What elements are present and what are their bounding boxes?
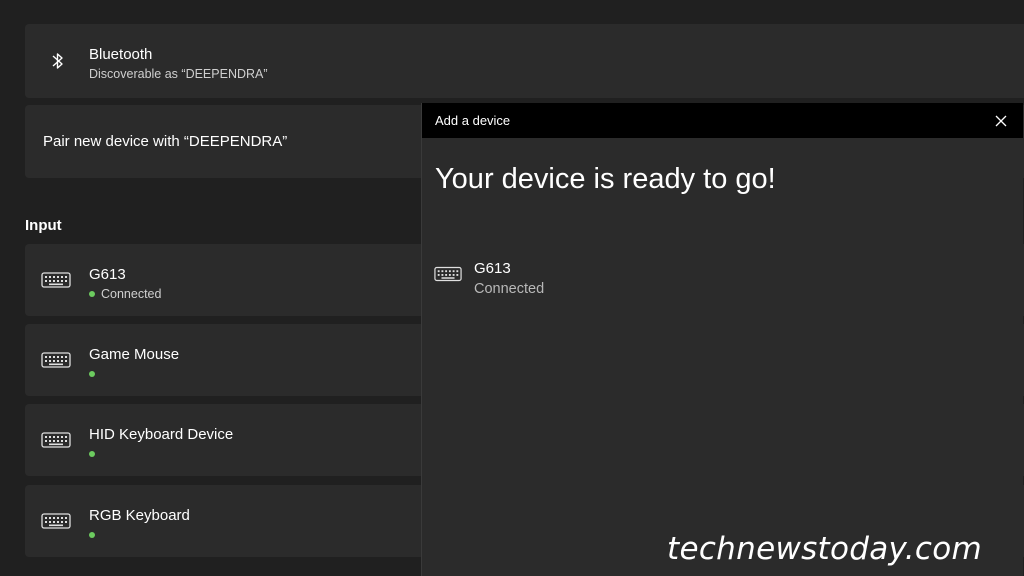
bluetooth-icon [52,53,63,69]
bluetooth-title: Bluetooth [89,46,153,63]
connected-status-dot [89,371,95,377]
bluetooth-card[interactable]: Bluetooth Discoverable as “DEEPENDRA” [25,24,1024,98]
connected-status-dot [89,451,95,457]
close-icon[interactable] [991,111,1011,131]
connected-status-dot [89,532,95,538]
device-status: Connected [101,287,162,301]
keyboard-icon [41,513,71,529]
keyboard-icon [434,266,462,282]
bluetooth-subtitle: Discoverable as “DEEPENDRA” [89,67,268,81]
device-name: RGB Keyboard [89,507,190,524]
device-name: HID Keyboard Device [89,426,234,443]
device-name: G613 [89,266,126,283]
dialog-title: Add a device [435,113,511,128]
dialog-header: Add a device [422,103,1023,138]
device-name: Game Mouse [89,346,180,363]
add-device-dialog: Add a device Your device is ready to go!… [421,103,1023,576]
watermark: technewstoday.com [667,531,983,567]
connected-status-dot [89,291,95,297]
dialog-device-name: G613 [474,260,511,277]
keyboard-icon [41,352,71,368]
pair-new-device-label: Pair new device with “DEEPENDRA” [43,133,288,150]
keyboard-icon [41,432,71,448]
dialog-device-status: Connected [474,281,545,297]
keyboard-icon [41,272,71,288]
input-section-title: Input [25,217,62,234]
dialog-heading: Your device is ready to go! [435,163,776,195]
